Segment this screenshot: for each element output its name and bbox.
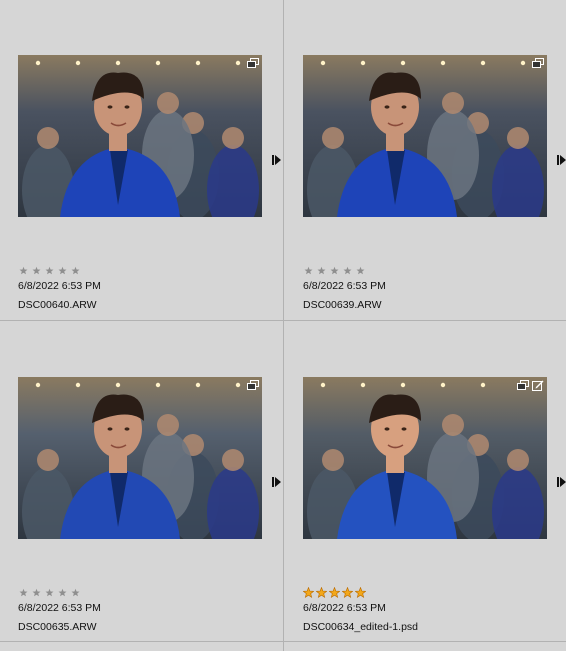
star-empty-icon[interactable] bbox=[31, 587, 42, 598]
photo-image bbox=[18, 55, 262, 217]
star-empty-icon[interactable] bbox=[18, 587, 29, 598]
stack-icon[interactable] bbox=[247, 380, 259, 391]
expand-stack-arrow-icon[interactable] bbox=[272, 474, 282, 487]
thumbnail-cell[interactable]: 6/8/2022 6:53 PM DSC00634_edited-1.psd bbox=[284, 322, 566, 642]
thumbnail-badges bbox=[247, 380, 259, 391]
thumbnail-cell[interactable]: 6/8/2022 6:53 PM DSC00639.ARW bbox=[284, 0, 566, 320]
thumbnail-badges bbox=[247, 58, 259, 69]
photo-thumbnail[interactable] bbox=[303, 377, 547, 539]
photo-filename: DSC00635.ARW bbox=[18, 621, 97, 633]
star-rating[interactable] bbox=[18, 587, 81, 598]
star-empty-icon[interactable] bbox=[342, 265, 353, 276]
star-empty-icon[interactable] bbox=[57, 265, 68, 276]
star-empty-icon[interactable] bbox=[316, 265, 327, 276]
star-rating[interactable] bbox=[303, 265, 366, 276]
star-empty-icon[interactable] bbox=[44, 587, 55, 598]
thumbnail-cell[interactable]: 6/8/2022 6:53 PM DSC00640.ARW bbox=[0, 0, 283, 320]
edited-icon[interactable] bbox=[532, 380, 544, 391]
photo-thumbnail[interactable] bbox=[18, 55, 262, 217]
expand-stack-arrow-icon[interactable] bbox=[557, 474, 566, 487]
thumbnail-cell[interactable]: 6/8/2022 6:53 PM DSC00635.ARW bbox=[0, 322, 283, 642]
photo-filename: DSC00640.ARW bbox=[18, 299, 97, 311]
stack-icon[interactable] bbox=[247, 58, 259, 69]
star-filled-icon[interactable] bbox=[303, 587, 314, 598]
row-divider bbox=[0, 320, 566, 321]
star-rating[interactable] bbox=[303, 587, 366, 598]
star-filled-icon[interactable] bbox=[355, 587, 366, 598]
photo-image bbox=[303, 377, 547, 539]
photo-thumbnail[interactable] bbox=[18, 377, 262, 539]
star-filled-icon[interactable] bbox=[329, 587, 340, 598]
photo-image bbox=[18, 377, 262, 539]
star-empty-icon[interactable] bbox=[329, 265, 340, 276]
photo-filename: DSC00634_edited-1.psd bbox=[303, 621, 418, 633]
stack-icon[interactable] bbox=[532, 58, 544, 69]
star-empty-icon[interactable] bbox=[70, 587, 81, 598]
photo-date: 6/8/2022 6:53 PM bbox=[303, 602, 386, 614]
star-empty-icon[interactable] bbox=[303, 265, 314, 276]
star-rating[interactable] bbox=[18, 265, 81, 276]
thumbnail-badges bbox=[532, 58, 544, 69]
photo-image bbox=[303, 55, 547, 217]
star-empty-icon[interactable] bbox=[31, 265, 42, 276]
thumbnail-grid: 6/8/2022 6:53 PM DSC00640.ARW 6/8/2022 6… bbox=[0, 0, 566, 651]
star-empty-icon[interactable] bbox=[18, 265, 29, 276]
star-empty-icon[interactable] bbox=[44, 265, 55, 276]
expand-stack-arrow-icon[interactable] bbox=[557, 152, 566, 165]
photo-thumbnail[interactable] bbox=[303, 55, 547, 217]
stack-icon[interactable] bbox=[517, 380, 529, 391]
photo-filename: DSC00639.ARW bbox=[303, 299, 382, 311]
star-empty-icon[interactable] bbox=[355, 265, 366, 276]
photo-date: 6/8/2022 6:53 PM bbox=[18, 280, 101, 292]
star-filled-icon[interactable] bbox=[316, 587, 327, 598]
thumbnail-badges bbox=[517, 380, 544, 391]
star-empty-icon[interactable] bbox=[70, 265, 81, 276]
expand-stack-arrow-icon[interactable] bbox=[272, 152, 282, 165]
star-empty-icon[interactable] bbox=[57, 587, 68, 598]
photo-date: 6/8/2022 6:53 PM bbox=[303, 280, 386, 292]
photo-date: 6/8/2022 6:53 PM bbox=[18, 602, 101, 614]
star-filled-icon[interactable] bbox=[342, 587, 353, 598]
